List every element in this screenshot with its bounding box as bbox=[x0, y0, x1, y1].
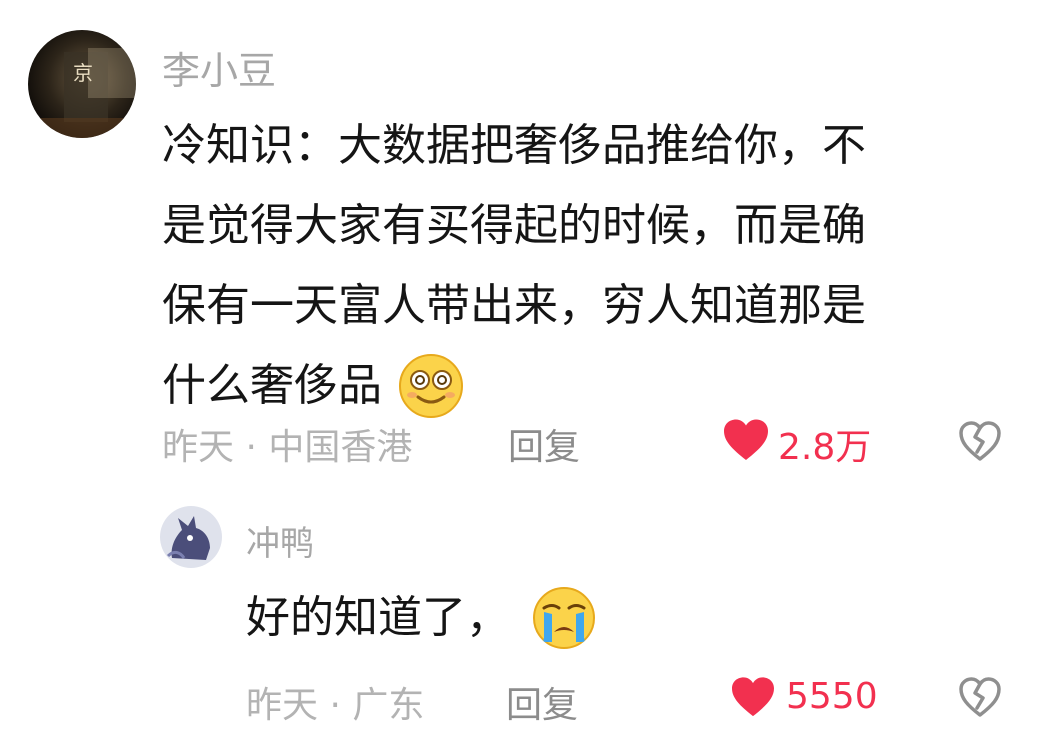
reply-button[interactable]: 回复 bbox=[506, 676, 578, 728]
svg-text:京: 京 bbox=[73, 61, 93, 85]
comment-thread: 京 李小豆 冷知识：大数据把奢侈品推给你，不 是觉得大家有买得起的时候，而是确 … bbox=[0, 0, 1060, 736]
reply-button[interactable]: 回复 bbox=[508, 418, 580, 470]
comment-text-line: 什么奢侈品 bbox=[162, 360, 382, 411]
dislike-broken-heart-icon[interactable] bbox=[958, 420, 1002, 462]
comment-text-line: 保有一天富人带出来，穷人知道那是 bbox=[162, 280, 866, 331]
crying-face-emoji-icon bbox=[533, 587, 595, 649]
reply-author-name[interactable]: 冲鸭 bbox=[246, 516, 314, 565]
comment-body: 冷知识：大数据把奢侈品推给你，不 是觉得大家有买得起的时候，而是确 保有一天富人… bbox=[162, 106, 866, 426]
reply-time-location: 昨天 · 广东 bbox=[246, 685, 425, 726]
avatar[interactable]: 京 bbox=[28, 30, 136, 138]
heart-icon[interactable] bbox=[730, 676, 776, 718]
like-count[interactable]: 2.8万 bbox=[778, 418, 871, 470]
comment-text-line: 冷知识：大数据把奢侈品推给你，不 bbox=[162, 120, 866, 171]
comment-text-last-row: 什么奢侈品 bbox=[162, 346, 866, 426]
reply-body: 好的知道了， bbox=[246, 578, 596, 658]
reply-avatar[interactable] bbox=[160, 506, 222, 568]
like-count[interactable]: 5550 bbox=[786, 676, 878, 717]
comment-text-line: 是觉得大家有买得起的时候，而是确 bbox=[162, 200, 866, 251]
comment-time-location: 昨天 · 中国香港 bbox=[162, 427, 413, 468]
dislike-broken-heart-icon[interactable] bbox=[958, 676, 1002, 718]
heart-icon[interactable] bbox=[722, 418, 770, 462]
comment-author-name[interactable]: 李小豆 bbox=[162, 40, 276, 95]
avatar-image: 京 bbox=[28, 30, 136, 138]
dizzy-face-emoji-icon bbox=[399, 354, 463, 418]
avatar-image bbox=[160, 506, 222, 568]
reply-text: 好的知道了， bbox=[246, 592, 510, 643]
